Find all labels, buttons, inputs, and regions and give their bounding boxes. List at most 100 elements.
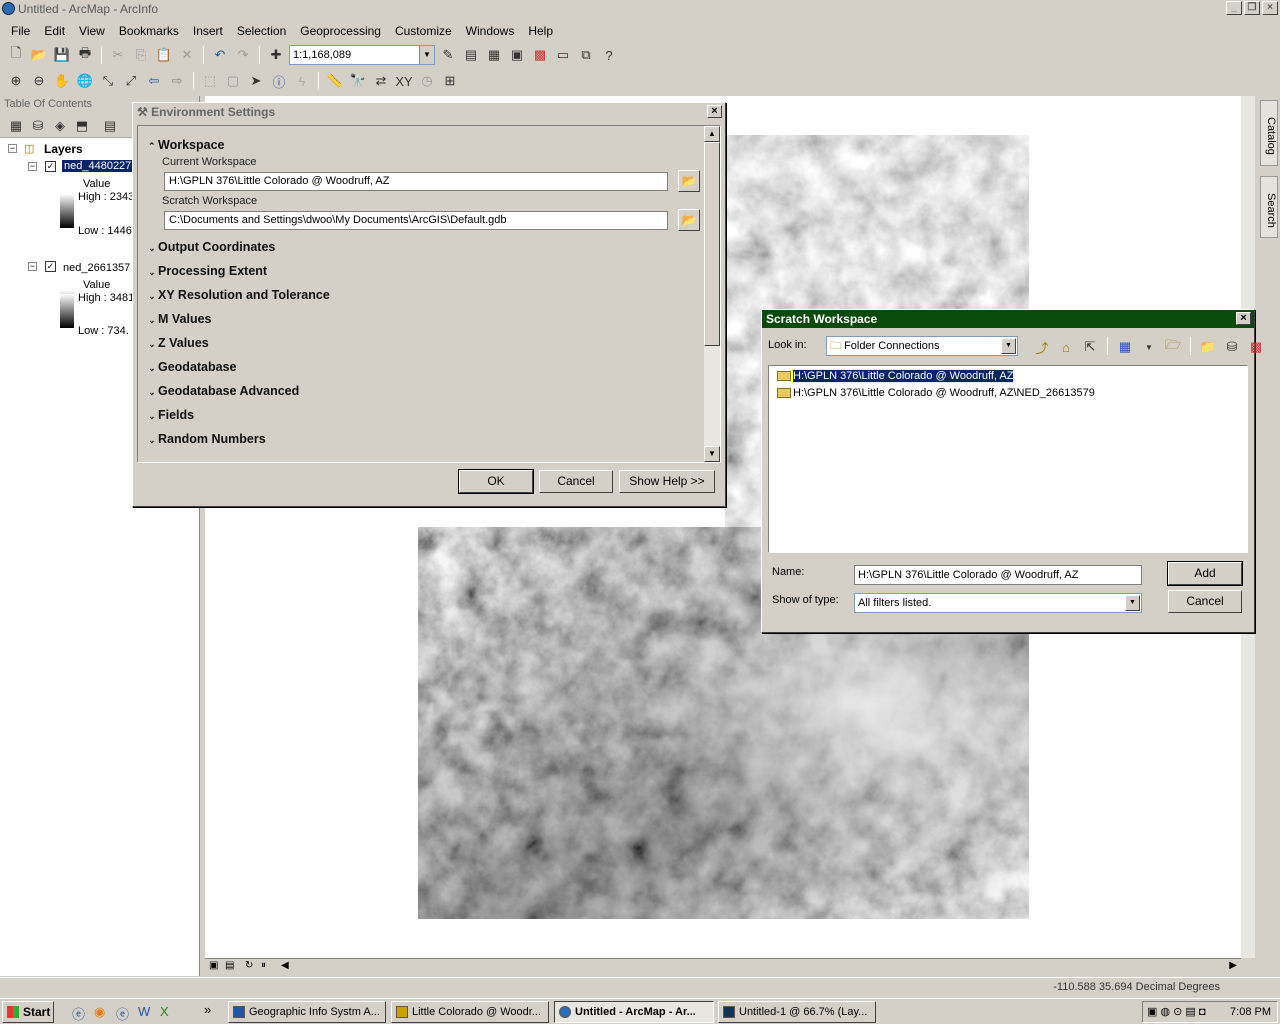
fixed-zoom-in-icon[interactable]: ⤡ <box>98 71 118 91</box>
section-m-values[interactable]: ⌄ M Values <box>148 312 212 326</box>
full-extent-icon[interactable]: 🌐 <box>75 71 95 91</box>
section-geodatabase[interactable]: ⌄ Geodatabase <box>148 360 237 374</box>
delete-icon[interactable]: ✕ <box>177 45 197 65</box>
search-window-icon[interactable]: ▣ <box>507 45 527 65</box>
catalog-tab[interactable]: Catalog <box>1260 100 1278 166</box>
copy-icon[interactable]: ⎘ <box>131 45 151 65</box>
menu-bookmarks[interactable]: Bookmarks <box>112 24 186 38</box>
browse-folder-icon[interactable]: 📂 <box>678 209 700 231</box>
layout-view-icon[interactable]: ▤ <box>225 960 234 971</box>
add-button[interactable]: Add <box>1167 561 1243 586</box>
list-item[interactable]: H:\GPLN 376\Little Colorado @ Woodruff, … <box>775 386 1095 401</box>
show-of-type-combo[interactable]: All filters listed. ▼ <box>854 593 1142 613</box>
clear-selection-icon[interactable]: ▢ <box>223 71 243 91</box>
menu-view[interactable]: View <box>72 24 112 38</box>
find-binoculars-icon[interactable]: 🔭 <box>348 71 368 91</box>
find-route-icon[interactable]: ⇄ <box>371 71 391 91</box>
quicklaunch-more-chevron-icon[interactable]: » <box>204 1002 211 1017</box>
forward-arrow-icon[interactable]: ⇨ <box>167 71 187 91</box>
layer1-collapse-toggle[interactable]: − <box>28 162 37 171</box>
identify-info-icon[interactable]: ⓘ <box>269 71 289 91</box>
ok-button[interactable]: OK <box>458 469 534 494</box>
new-folder-icon[interactable]: 📁 <box>1198 337 1218 357</box>
close-icon[interactable]: × <box>707 105 722 118</box>
quicklaunch-ie2-icon[interactable]: ⓔ <box>116 1004 129 1023</box>
menu-selection[interactable]: Selection <box>230 24 293 38</box>
connect-to-folder-icon[interactable]: 🗁 <box>1163 337 1183 357</box>
layers-root-label[interactable]: Layers <box>44 142 83 156</box>
search-tab[interactable]: Search <box>1260 176 1278 238</box>
layers-collapse-toggle[interactable]: − <box>8 144 17 153</box>
name-input[interactable]: H:\GPLN 376\Little Colorado @ Woodruff, … <box>854 565 1142 585</box>
scroll-thumb[interactable] <box>704 142 720 346</box>
layer2-visibility-checkbox[interactable]: ✓ <box>45 261 56 272</box>
undo-icon[interactable]: ↶ <box>210 45 230 65</box>
workspace-section-header[interactable]: ⌃ Workspace <box>148 138 224 152</box>
list-by-drawing-order-icon[interactable]: ▦ <box>6 116 26 136</box>
section-random-numbers[interactable]: ⌄ Random Numbers <box>148 432 266 446</box>
scroll-up-icon[interactable]: ▲ <box>704 126 720 142</box>
section-xy-resolution[interactable]: ⌄ XY Resolution and Tolerance <box>148 288 330 302</box>
new-geodatabase-icon[interactable]: ⛁ <box>1222 337 1242 357</box>
measure-icon[interactable]: 📏 <box>325 71 345 91</box>
go-to-xy-icon[interactable]: XY <box>394 71 414 91</box>
env-vertical-scrollbar[interactable]: ▲ ▼ <box>704 126 720 462</box>
scratch-workspace-field[interactable]: C:\Documents and Settings\dwoo\My Docume… <box>164 211 668 230</box>
redo-icon[interactable]: ↷ <box>233 45 253 65</box>
section-fields[interactable]: ⌄ Fields <box>148 408 194 422</box>
task-arcmap[interactable]: Untitled - ArcMap - Ar... <box>554 1001 714 1023</box>
hyperlink-icon[interactable]: ϟ <box>292 71 312 91</box>
show-help-button[interactable]: Show Help >> <box>619 470 715 493</box>
editor-toolbar-icon[interactable]: ✎ <box>438 45 458 65</box>
layer2-name[interactable]: ned_2661357 <box>63 262 130 274</box>
section-z-values[interactable]: ⌄ Z Values <box>148 336 209 350</box>
up-one-level-icon[interactable]: ⤴ <box>1032 337 1052 357</box>
select-elements-arrow-icon[interactable]: ➤ <box>246 71 266 91</box>
menu-customize[interactable]: Customize <box>388 24 459 38</box>
scroll-right-icon[interactable]: ▶ <box>1229 960 1237 971</box>
zoom-out-icon[interactable]: ⊖ <box>29 71 49 91</box>
menu-geoprocessing[interactable]: Geoprocessing <box>293 24 388 38</box>
task-geographic-info[interactable]: Geographic Info Systm A... <box>228 1001 386 1023</box>
list-by-source-icon[interactable]: ⛁ <box>28 116 48 136</box>
create-viewer-window-icon[interactable]: ⊞ <box>440 71 460 91</box>
section-output-coordinates[interactable]: ⌄ Output Coordinates <box>148 240 275 254</box>
layer1-visibility-checkbox[interactable]: ✓ <box>45 161 56 172</box>
go-to-folder-icon[interactable]: ⇱ <box>1080 337 1100 357</box>
menu-help[interactable]: Help <box>521 24 560 38</box>
table-of-contents-icon[interactable]: ▤ <box>461 45 481 65</box>
whats-this-help-icon[interactable]: ? <box>599 45 619 65</box>
section-processing-extent[interactable]: ⌄ Processing Extent <box>148 264 267 278</box>
chevron-down-icon[interactable]: ▼ <box>1125 595 1140 611</box>
list-by-selection-icon[interactable]: ⬒ <box>72 116 92 136</box>
scroll-down-icon[interactable]: ▼ <box>704 446 720 462</box>
paste-icon[interactable]: 📋 <box>154 45 174 65</box>
chevron-down-icon[interactable]: ▼ <box>1001 338 1016 354</box>
arctoolbox-icon[interactable]: ▩ <box>530 45 550 65</box>
fixed-zoom-out-icon[interactable]: ⤢ <box>121 71 141 91</box>
close-icon[interactable]: × <box>1236 312 1251 325</box>
open-folder-icon[interactable]: 📂 <box>29 45 49 65</box>
refresh-icon[interactable]: ↻ <box>245 960 253 971</box>
cut-icon[interactable]: ✂ <box>108 45 128 65</box>
layer1-name[interactable]: ned_4480227 <box>62 160 134 172</box>
new-document-icon[interactable]: 🗋 <box>6 45 26 65</box>
section-geodatabase-advanced[interactable]: ⌄ Geodatabase Advanced <box>148 384 299 398</box>
task-photoshop[interactable]: Untitled-1 @ 66.7% (Lay... <box>718 1001 876 1023</box>
data-view-icon[interactable]: ▣ <box>209 960 218 971</box>
toolbox-icon[interactable]: ▩ <box>1246 337 1266 357</box>
layer2-collapse-toggle[interactable]: − <box>28 262 37 271</box>
chevron-down-icon[interactable]: ▼ <box>419 46 434 64</box>
quicklaunch-excel-icon[interactable]: X <box>160 1004 169 1019</box>
close-button[interactable]: × <box>1262 1 1278 15</box>
scroll-left-icon[interactable]: ◀ <box>281 960 289 971</box>
menu-windows[interactable]: Windows <box>459 24 522 38</box>
select-features-icon[interactable]: ⬚ <box>200 71 220 91</box>
browse-folder-icon[interactable]: 📂 <box>678 170 700 192</box>
pan-hand-icon[interactable]: ✋ <box>52 71 72 91</box>
print-icon[interactable]: 🖶 <box>75 45 95 65</box>
quicklaunch-firefox-icon[interactable]: ◉ <box>94 1004 105 1020</box>
python-window-icon[interactable]: ▭ <box>553 45 573 65</box>
view-menu-icon[interactable]: ▦ <box>1115 337 1135 357</box>
restore-button[interactable]: ❐ <box>1244 1 1260 15</box>
